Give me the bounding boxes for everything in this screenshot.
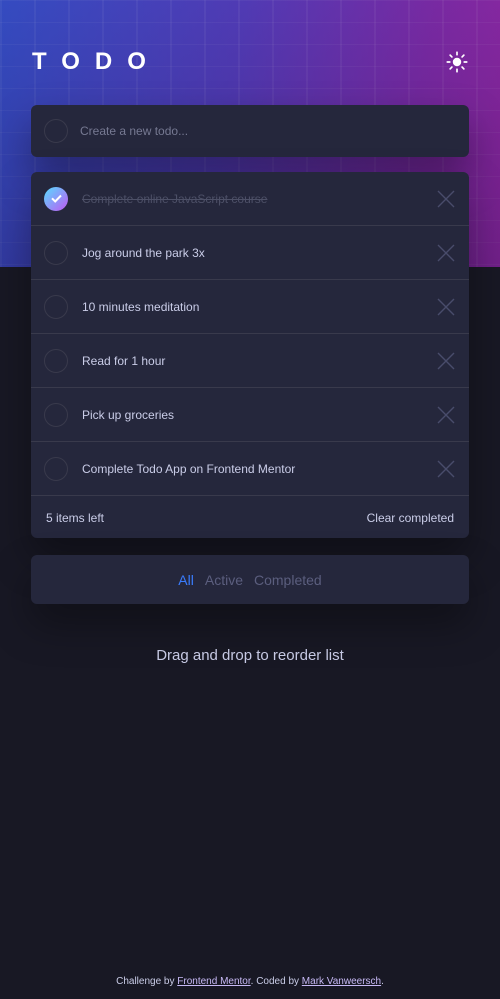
todo-label: Read for 1 hour <box>82 353 166 368</box>
new-todo-bar <box>31 105 469 157</box>
attribution-suffix: . <box>381 976 384 987</box>
todo-item[interactable]: Jog around the park 3x <box>31 226 469 280</box>
attribution-prefix: Challenge by <box>116 976 178 987</box>
sun-icon[interactable] <box>446 51 468 73</box>
author-link[interactable]: Mark Vanweersch <box>302 976 381 987</box>
cross-icon[interactable] <box>437 460 455 478</box>
todo-item[interactable]: Complete online JavaScript course <box>31 172 469 226</box>
app-title: TODO <box>32 48 161 75</box>
filter-completed[interactable]: Completed <box>254 572 322 588</box>
todo-label: 10 minutes meditation <box>82 299 200 314</box>
cross-icon[interactable] <box>437 352 455 370</box>
drag-hint: Drag and drop to reorder list <box>156 647 344 664</box>
todo-label: Complete online JavaScript course <box>82 191 268 206</box>
new-todo-input[interactable] <box>80 124 440 138</box>
frontend-mentor-link[interactable]: Frontend Mentor <box>177 976 250 987</box>
todo-label: Complete Todo App on Frontend Mentor <box>82 461 296 476</box>
todo-label: Jog around the park 3x <box>82 245 205 260</box>
cross-icon[interactable] <box>437 244 455 262</box>
filter-bar: All Active Completed <box>31 555 469 604</box>
todo-checkbox[interactable] <box>44 294 68 319</box>
filter-all[interactable]: All <box>178 572 194 588</box>
todo-checkbox[interactable] <box>44 402 68 427</box>
check-icon[interactable] <box>44 186 68 211</box>
cross-icon[interactable] <box>437 406 455 424</box>
cross-icon[interactable] <box>437 190 455 208</box>
items-left-count: 5 items left <box>46 510 105 525</box>
todo-item[interactable]: 10 minutes meditation <box>31 280 469 334</box>
todo-item[interactable]: Pick up groceries <box>31 388 469 442</box>
todo-checkbox[interactable] <box>44 240 68 265</box>
todo-item[interactable]: Read for 1 hour <box>31 334 469 388</box>
filter-active[interactable]: Active <box>205 572 243 588</box>
app-header: TODO <box>32 48 468 76</box>
attribution-middle: . Coded by <box>250 976 302 987</box>
new-todo-circle[interactable] <box>44 119 68 143</box>
todo-list: Complete online JavaScript course Jog aro… <box>31 172 469 538</box>
todo-checkbox[interactable] <box>44 456 68 481</box>
clear-completed-button[interactable]: Clear completed <box>367 511 454 525</box>
todo-checkbox[interactable] <box>44 348 68 373</box>
todo-label: Pick up groceries <box>82 407 175 422</box>
cross-icon[interactable] <box>437 298 455 316</box>
todo-item[interactable]: Complete Todo App on Frontend Mentor <box>31 442 469 496</box>
attribution: Challenge by Frontend Mentor. Coded by M… <box>0 976 500 987</box>
list-footer: 5 items left Clear completed <box>31 496 469 538</box>
